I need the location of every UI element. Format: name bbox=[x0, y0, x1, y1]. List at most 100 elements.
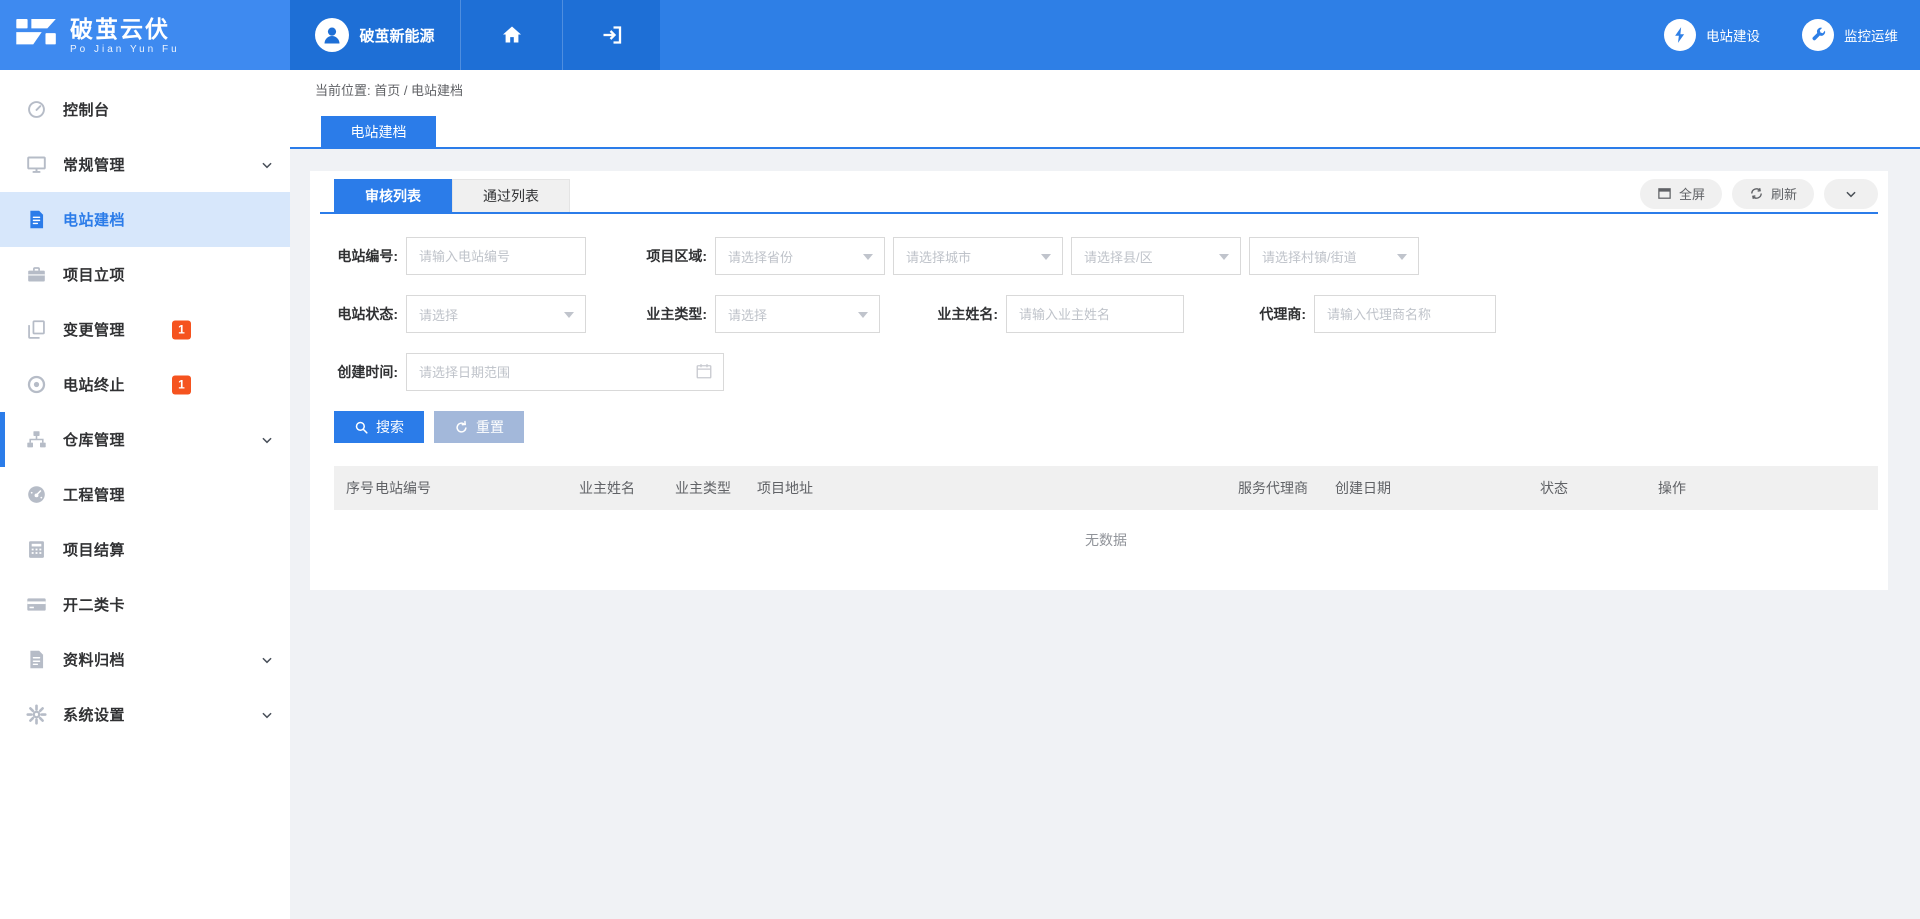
sidebar-item-change-mgmt[interactable]: 变更管理 1 bbox=[0, 302, 290, 357]
topnav-right: 电站建设 监控运维 bbox=[660, 0, 1920, 70]
mode-station-build-label: 电站建设 bbox=[1706, 25, 1760, 45]
logout-button[interactable] bbox=[562, 0, 660, 70]
sidebar-item-warehouse-mgmt[interactable]: 仓库管理 bbox=[0, 412, 290, 467]
col-actions: 操作 bbox=[1658, 478, 1878, 498]
document-icon bbox=[25, 209, 47, 231]
mode-monitor-ops-label: 监控运维 bbox=[1844, 25, 1898, 45]
brand-title: 破茧云伏 bbox=[70, 16, 180, 42]
city-select[interactable]: 请选择城市 bbox=[893, 237, 1063, 275]
owner-name-label: 业主姓名: bbox=[934, 304, 998, 324]
sidebar-item-engineering-mgmt[interactable]: 工程管理 bbox=[0, 467, 290, 522]
record-circle-icon bbox=[25, 374, 47, 396]
col-station-no: 电站编号 bbox=[375, 478, 579, 498]
col-status: 状态 bbox=[1540, 478, 1658, 498]
calculator-icon bbox=[25, 539, 47, 561]
agent-label: 代理商: bbox=[1242, 304, 1306, 324]
dashboard-icon bbox=[25, 99, 47, 121]
col-service-agent: 服务代理商 bbox=[1238, 478, 1335, 498]
sidebar-item-station-filing[interactable]: 电站建档 bbox=[0, 192, 290, 247]
logout-icon bbox=[600, 23, 624, 47]
company-name: 破茧新能源 bbox=[359, 25, 434, 46]
reset-button[interactable]: 重置 bbox=[434, 411, 524, 443]
col-project-address: 项目地址 bbox=[757, 478, 1238, 498]
chevron-down-icon bbox=[260, 433, 274, 447]
mode-station-build[interactable]: 电站建设 bbox=[1664, 19, 1760, 51]
sidebar-item-class2-card[interactable]: 开二类卡 bbox=[0, 577, 290, 632]
empty-state: 无数据 bbox=[334, 510, 1878, 550]
sidebar-item-project-initiation[interactable]: 项目立项 bbox=[0, 247, 290, 302]
filter-form: 电站编号: 项目区域: 请选择省份 请选择城市 请选择县/区 请选择村镇/街道 … bbox=[310, 214, 1888, 391]
province-select[interactable]: 请选择省份 bbox=[715, 237, 885, 275]
refresh-icon bbox=[1749, 186, 1764, 201]
magnifier-icon bbox=[354, 420, 369, 435]
station-no-input[interactable] bbox=[406, 237, 586, 275]
sidebar-item-station-termination[interactable]: 电站终止 1 bbox=[0, 357, 290, 412]
chevron-down-icon bbox=[260, 158, 274, 172]
lightning-icon bbox=[1664, 19, 1696, 51]
sidebar: 控制台 常规管理 电站建档 项目立项 bbox=[0, 70, 290, 919]
panel-tabstrip: 审核列表 通过列表 全屏 bbox=[320, 171, 1878, 214]
region-label: 项目区域: bbox=[643, 246, 707, 266]
brand-logo-icon bbox=[16, 19, 58, 51]
fullscreen-icon bbox=[1657, 186, 1672, 201]
sidebar-item-system-settings[interactable]: 系统设置 bbox=[0, 687, 290, 742]
search-button[interactable]: 搜索 bbox=[334, 411, 424, 443]
collapse-search-button[interactable] bbox=[1824, 179, 1878, 209]
sitemap-icon bbox=[25, 429, 47, 451]
sidebar-item-general-mgmt[interactable]: 常规管理 bbox=[0, 137, 290, 192]
page-tab-station-filing[interactable]: 电站建档 bbox=[321, 116, 436, 147]
col-owner-type: 业主类型 bbox=[675, 478, 757, 498]
station-termination-badge: 1 bbox=[172, 375, 191, 394]
archive-file-icon bbox=[25, 649, 47, 671]
owner-type-select[interactable]: 请选择 bbox=[715, 295, 880, 333]
topbar: 破茧云伏 Po Jian Yun Fu 破茧新能源 bbox=[0, 0, 1920, 70]
col-seq: 序号 bbox=[334, 478, 375, 498]
briefcase-icon bbox=[25, 264, 47, 286]
owner-type-label: 业主类型: bbox=[643, 304, 707, 324]
col-owner-name: 业主姓名 bbox=[579, 478, 675, 498]
monitor-icon bbox=[25, 154, 47, 176]
change-mgmt-badge: 1 bbox=[172, 320, 191, 339]
tab-review-list[interactable]: 审核列表 bbox=[334, 179, 452, 212]
home-button[interactable] bbox=[460, 0, 562, 70]
home-icon bbox=[500, 23, 524, 47]
page-tab-bar: 电站建档 bbox=[290, 108, 1920, 149]
mode-monitor-ops[interactable]: 监控运维 bbox=[1802, 19, 1898, 51]
user-menu[interactable]: 破茧新能源 bbox=[290, 0, 460, 70]
village-select[interactable]: 请选择村镇/街道 bbox=[1249, 237, 1419, 275]
brand-subtitle: Po Jian Yun Fu bbox=[70, 44, 180, 55]
reset-icon bbox=[454, 420, 469, 435]
main-content: 当前位置: 首页 / 电站建档 电站建档 审核列表 通过列表 全屏 bbox=[290, 70, 1920, 919]
tab-passed-list[interactable]: 通过列表 bbox=[452, 179, 570, 212]
chevron-down-icon bbox=[260, 708, 274, 722]
credit-card-icon bbox=[25, 594, 47, 616]
table-header: 序号 电站编号 业主姓名 业主类型 项目地址 服务代理商 创建日期 状态 操作 bbox=[334, 466, 1878, 510]
content-panel: 审核列表 通过列表 全屏 bbox=[310, 171, 1888, 590]
owner-name-input[interactable] bbox=[1006, 295, 1184, 333]
breadcrumb: 当前位置: 首页 / 电站建档 bbox=[290, 70, 1920, 108]
col-created-date: 创建日期 bbox=[1335, 478, 1540, 498]
station-no-label: 电站编号: bbox=[334, 246, 398, 266]
county-select[interactable]: 请选择县/区 bbox=[1071, 237, 1241, 275]
brand-logo: 破茧云伏 Po Jian Yun Fu bbox=[0, 0, 290, 70]
refresh-button[interactable]: 刷新 bbox=[1732, 179, 1814, 209]
created-time-label: 创建时间: bbox=[334, 362, 398, 382]
fullscreen-button[interactable]: 全屏 bbox=[1640, 179, 1722, 209]
sidebar-item-data-archive[interactable]: 资料归档 bbox=[0, 632, 290, 687]
date-range-input[interactable] bbox=[406, 353, 724, 391]
copy-files-icon bbox=[25, 319, 47, 341]
sidebar-item-console[interactable]: 控制台 bbox=[0, 82, 290, 137]
gauge-icon bbox=[25, 484, 47, 506]
user-icon bbox=[320, 23, 344, 47]
gear-icon bbox=[25, 704, 47, 726]
chevron-down-icon bbox=[260, 653, 274, 667]
station-status-select[interactable]: 请选择 bbox=[406, 295, 586, 333]
topnav-dark-group: 破茧新能源 bbox=[290, 0, 660, 70]
breadcrumb-text: 当前位置: 首页 / 电站建档 bbox=[315, 80, 463, 99]
wrench-icon bbox=[1802, 19, 1834, 51]
filter-actions: 搜索 重置 bbox=[310, 411, 1888, 443]
sidebar-item-project-settlement[interactable]: 项目结算 bbox=[0, 522, 290, 577]
avatar bbox=[315, 18, 349, 52]
agent-input[interactable] bbox=[1314, 295, 1496, 333]
station-status-label: 电站状态: bbox=[334, 304, 398, 324]
